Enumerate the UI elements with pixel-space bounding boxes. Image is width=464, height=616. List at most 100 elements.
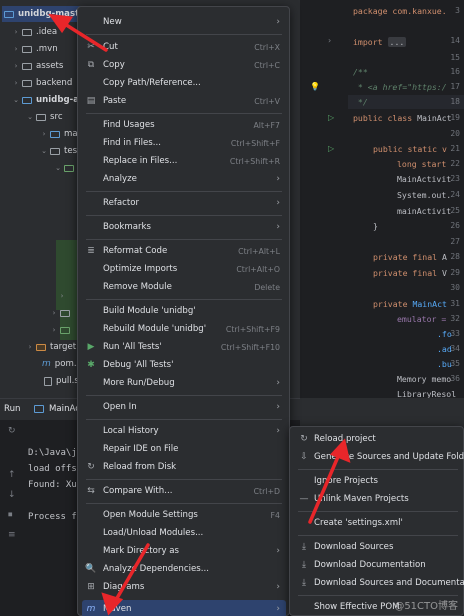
line-number: 18 bbox=[450, 97, 460, 106]
code-line-36: .bu bbox=[437, 359, 452, 369]
stop-icon[interactable]: ⏹ bbox=[8, 510, 13, 520]
code-line-30: private final V bbox=[373, 268, 447, 278]
menu-item-find-usages[interactable]: Find Usages Alt+F7 bbox=[82, 116, 286, 134]
tree-item-label: unidbg-a bbox=[36, 95, 80, 105]
menu-item-remove-module[interactable]: Remove Module Delete bbox=[82, 278, 286, 296]
menu-item-label: Compare With... bbox=[103, 486, 173, 496]
menu-item-label: Local History bbox=[103, 426, 159, 436]
reformat-icon: ≣ bbox=[87, 246, 95, 256]
menu-item-new[interactable]: New › bbox=[82, 13, 286, 31]
run-tab[interactable]: Run bbox=[4, 404, 20, 414]
menu-item-replace-in-files[interactable]: Replace in Files... Ctrl+Shift+R bbox=[82, 152, 286, 170]
code-text: MainAct bbox=[407, 299, 447, 309]
submenu-item-generate-sources[interactable]: ⇩ Generate Sources and Update Folde bbox=[294, 448, 464, 466]
diagram-icon: ⊞ bbox=[87, 582, 95, 592]
chevron-right-icon[interactable]: › bbox=[12, 28, 20, 36]
menu-item-open-module-settings[interactable]: Open Module Settings F4 bbox=[82, 506, 286, 524]
chevron-right-icon[interactable]: › bbox=[26, 343, 34, 351]
line-number: 27 bbox=[450, 237, 460, 246]
menu-item-mark-directory-as[interactable]: Mark Directory as › bbox=[82, 542, 286, 560]
menu-item-rebuild-module[interactable]: Rebuild Module 'unidbg' Ctrl+Shift+F9 bbox=[82, 320, 286, 338]
run-gutter-icon[interactable]: ▷ bbox=[328, 144, 334, 153]
menu-item-diagrams[interactable]: ⊞ Diagrams › bbox=[82, 578, 286, 596]
run-config-tab[interactable]: MainAc bbox=[49, 404, 80, 414]
menu-item-label: Analyze Dependencies... bbox=[103, 564, 209, 574]
chevron-down-icon[interactable]: ⌄ bbox=[26, 113, 34, 121]
menu-item-open-in[interactable]: Open In › bbox=[82, 398, 286, 416]
menu-item-find-in-files[interactable]: Find in Files... Ctrl+Shift+F bbox=[82, 134, 286, 152]
tree-root-label: unidbg-mast bbox=[18, 9, 80, 19]
tree-item-label: ma bbox=[64, 129, 78, 139]
code-text: .ad bbox=[437, 344, 452, 354]
submenu-item-create-settings-xml[interactable]: Create 'settings.xml' bbox=[294, 514, 464, 532]
code-line-20: public class MainAct bbox=[353, 113, 452, 123]
soft-wrap-icon[interactable]: ≡ bbox=[8, 530, 16, 540]
menu-item-more-run-debug[interactable]: More Run/Debug › bbox=[82, 374, 286, 392]
chevron-right-icon[interactable]: › bbox=[12, 62, 20, 70]
menu-separator bbox=[86, 191, 282, 192]
menu-item-copy-path[interactable]: Copy Path/Reference... bbox=[82, 74, 286, 92]
watermark: @51CTO博客 bbox=[394, 601, 458, 612]
submenu-item-reload-project[interactable]: ↻ Reload project bbox=[294, 430, 464, 448]
menu-item-reformat-code[interactable]: ≣ Reformat Code Ctrl+Alt+L bbox=[82, 242, 286, 260]
rerun-icon[interactable]: ↻ bbox=[8, 426, 16, 436]
menu-item-debug-all-tests[interactable]: ✱ Debug 'All Tests' bbox=[82, 356, 286, 374]
lightbulb-icon[interactable]: 💡 bbox=[310, 82, 320, 91]
chevron-right-icon[interactable]: › bbox=[58, 292, 66, 300]
chevron-right-icon[interactable]: › bbox=[40, 130, 48, 138]
chevron-right-icon[interactable]: › bbox=[12, 79, 20, 87]
code-editor[interactable]: 3 14 15 16 17 18 19 20 21 22 23 24 25 26… bbox=[300, 0, 464, 398]
scroll-up-icon[interactable]: ↑ bbox=[8, 470, 16, 480]
chevron-down-icon[interactable]: ⌄ bbox=[54, 164, 62, 172]
chevron-right-icon[interactable]: › bbox=[12, 45, 20, 53]
code-line-23: long start bbox=[397, 159, 446, 169]
menu-item-local-history[interactable]: Local History › bbox=[82, 422, 286, 440]
chevron-down-icon[interactable]: ⌄ bbox=[40, 147, 48, 155]
submenu-item-ignore-projects[interactable]: Ignore Projects bbox=[294, 472, 464, 490]
submenu-item-download-documentation[interactable]: ⤓ Download Documentation bbox=[294, 556, 464, 574]
clipboard-icon: ▤ bbox=[86, 96, 96, 106]
menu-item-label: Mark Directory as bbox=[103, 546, 180, 556]
chevron-right-icon[interactable]: › bbox=[50, 326, 58, 334]
submenu-arrow-icon: › bbox=[276, 174, 280, 184]
menu-item-maven[interactable]: m Maven › bbox=[82, 600, 286, 616]
submenu-arrow-icon: › bbox=[276, 426, 280, 436]
code-line-22: public static v bbox=[373, 144, 447, 154]
compare-icon: ⇆ bbox=[87, 486, 95, 496]
menu-item-paste[interactable]: ▤ Paste Ctrl+V bbox=[82, 92, 286, 110]
chevron-right-icon[interactable]: › bbox=[50, 309, 58, 317]
project-context-menu: New › ✂ Cut Ctrl+X ⧉ Copy Ctrl+C Copy Path/Re… bbox=[77, 6, 290, 616]
run-gutter-icon[interactable]: ▷ bbox=[328, 113, 334, 122]
folder-icon bbox=[36, 113, 46, 121]
menu-separator bbox=[86, 215, 282, 216]
chevron-down-icon[interactable]: ⌄ bbox=[12, 96, 20, 104]
menu-item-cut[interactable]: ✂ Cut Ctrl+X bbox=[82, 38, 286, 56]
module-icon bbox=[4, 10, 14, 18]
menu-item-analyze-dependencies[interactable]: 🔍 Analyze Dependencies... bbox=[82, 560, 286, 578]
menu-item-analyze[interactable]: Analyze › bbox=[82, 170, 286, 188]
menu-item-label: Find in Files... bbox=[103, 138, 161, 148]
menu-item-bookmarks[interactable]: Bookmarks › bbox=[82, 218, 286, 236]
maven-icon: m bbox=[86, 604, 96, 614]
folded-imports[interactable]: ... bbox=[387, 37, 407, 47]
menu-item-label: Paste bbox=[103, 96, 127, 106]
menu-item-run-all-tests[interactable]: ▶ Run 'All Tests' Ctrl+Shift+F10 bbox=[82, 338, 286, 356]
menu-separator bbox=[86, 34, 282, 35]
menu-separator bbox=[298, 595, 458, 596]
scroll-down-icon[interactable]: ↓ bbox=[8, 490, 16, 500]
fold-arrow-icon[interactable]: › bbox=[328, 36, 331, 45]
menu-item-optimize-imports[interactable]: Optimize Imports Ctrl+Alt+O bbox=[82, 260, 286, 278]
submenu-item-download-sources[interactable]: ⤓ Download Sources bbox=[294, 538, 464, 556]
menu-item-build-module[interactable]: Build Module 'unidbg' bbox=[82, 302, 286, 320]
menu-item-reload-from-disk[interactable]: ↻ Reload from Disk bbox=[82, 458, 286, 476]
menu-item-shortcut: Delete bbox=[254, 282, 280, 292]
maven-submenu: ↻ Reload project ⇩ Generate Sources and Up… bbox=[289, 426, 464, 616]
submenu-item-download-sources-and-docs[interactable]: ⤓ Download Sources and Documentati bbox=[294, 574, 464, 592]
submenu-item-unlink-maven-projects[interactable]: — Unlink Maven Projects bbox=[294, 490, 464, 508]
menu-item-compare-with[interactable]: ⇆ Compare With... Ctrl+D bbox=[82, 482, 286, 500]
menu-item-load-unload-modules[interactable]: Load/Unload Modules... bbox=[82, 524, 286, 542]
submenu-arrow-icon: › bbox=[276, 582, 280, 592]
menu-item-refactor[interactable]: Refactor › bbox=[82, 194, 286, 212]
menu-item-copy[interactable]: ⧉ Copy Ctrl+C bbox=[82, 56, 286, 74]
menu-item-repair-ide[interactable]: Repair IDE on File bbox=[82, 440, 286, 458]
